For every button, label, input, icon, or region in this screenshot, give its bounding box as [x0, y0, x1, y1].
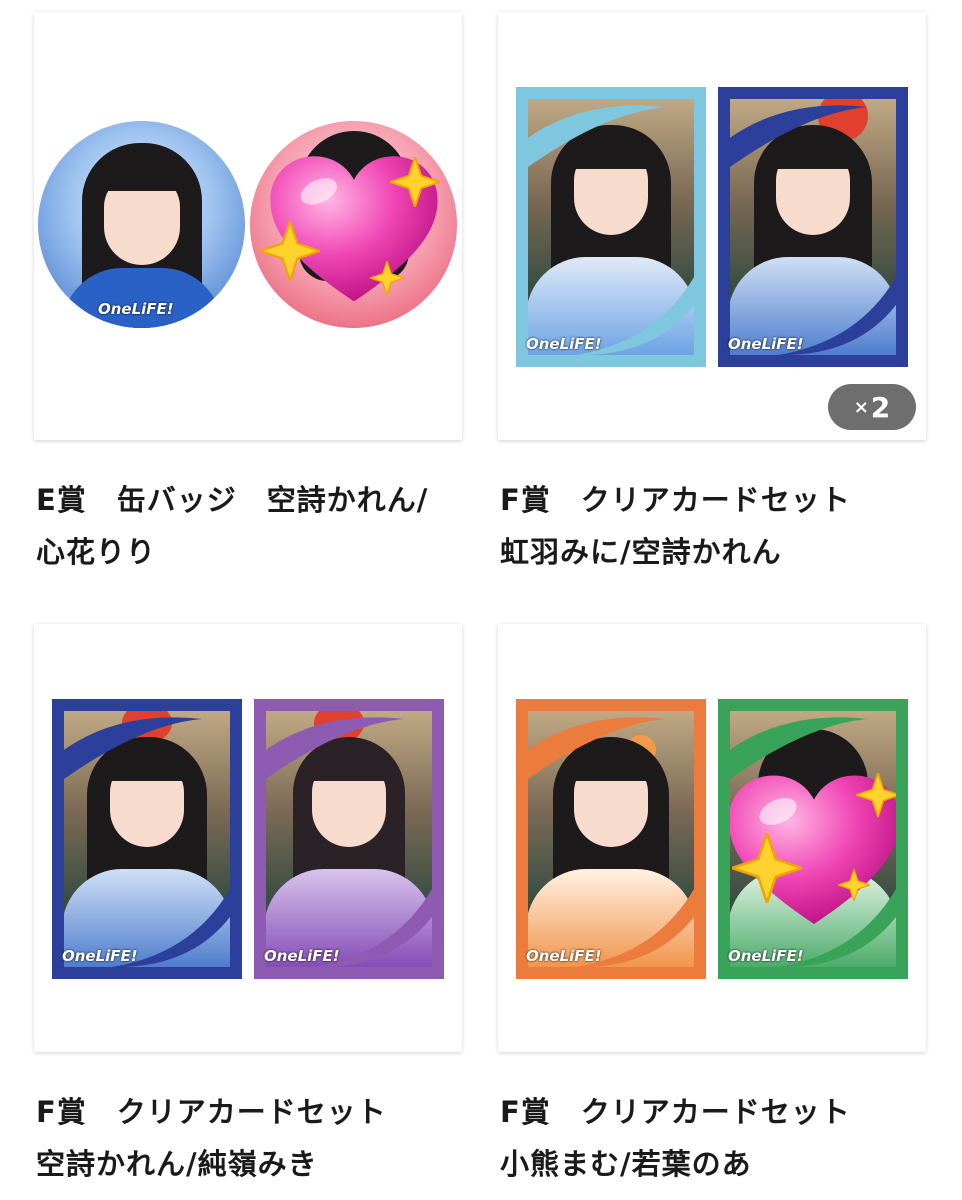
logo: OneLiFE! [526, 335, 602, 353]
logo: OneLiFE! [264, 947, 340, 965]
clear-card-image: OneLiFE! [254, 699, 444, 979]
product-item-f-card-set-2[interactable]: OneLiFE! OneLiFE! F賞 クリアカードセット 空詩かれん/純嶺み… [34, 624, 462, 1190]
logo: OneLiFE! [728, 335, 804, 353]
logo: OneLiFE! [526, 947, 602, 965]
quantity-badge: × 2 [828, 384, 916, 430]
clear-card-image: OneLiFE! [516, 699, 706, 979]
product-item-f-card-set-1[interactable]: OneLiFE! OneLiFE! × 2 F賞 クリアカードセット 虹羽みに/空… [498, 12, 926, 578]
product-item-f-card-set-3[interactable]: OneLiFE! OneLiFE! F賞 クリアカードセット 小熊まむ/若葉のあ [498, 624, 926, 1190]
product-image-card[interactable]: OneLiFE! [34, 12, 462, 440]
product-image-card[interactable]: OneLiFE! OneLiFE! × 2 [498, 12, 926, 440]
logo: OneLiFE! [62, 947, 138, 965]
product-title[interactable]: F賞 クリアカードセット 空詩かれん/純嶺みき [34, 1086, 462, 1190]
product-title[interactable]: E賞 缶バッジ 空詩かれん/ 心花りり [34, 474, 462, 578]
clear-card-image: OneLiFE! [52, 699, 242, 979]
clear-card-image: OneLiFE! [718, 87, 908, 367]
product-item-e-badge[interactable]: OneLiFE! E賞 缶バッジ 空詩かれん/ 心花りり [34, 12, 462, 578]
clear-card-image-hidden: OneLiFE! [718, 699, 908, 979]
product-title[interactable]: F賞 クリアカードセット 虹羽みに/空詩かれん [498, 474, 926, 578]
product-image-card[interactable]: OneLiFE! OneLiFE! [498, 624, 926, 1052]
can-badge-image: OneLiFE! [38, 121, 245, 328]
can-badge-image-hidden [250, 121, 457, 328]
product-image-card[interactable]: OneLiFE! OneLiFE! [34, 624, 462, 1052]
logo: OneLiFE! [728, 947, 804, 965]
logo: OneLiFE! [98, 300, 174, 318]
product-title[interactable]: F賞 クリアカードセット 小熊まむ/若葉のあ [498, 1086, 926, 1190]
clear-card-image: OneLiFE! [516, 87, 706, 367]
